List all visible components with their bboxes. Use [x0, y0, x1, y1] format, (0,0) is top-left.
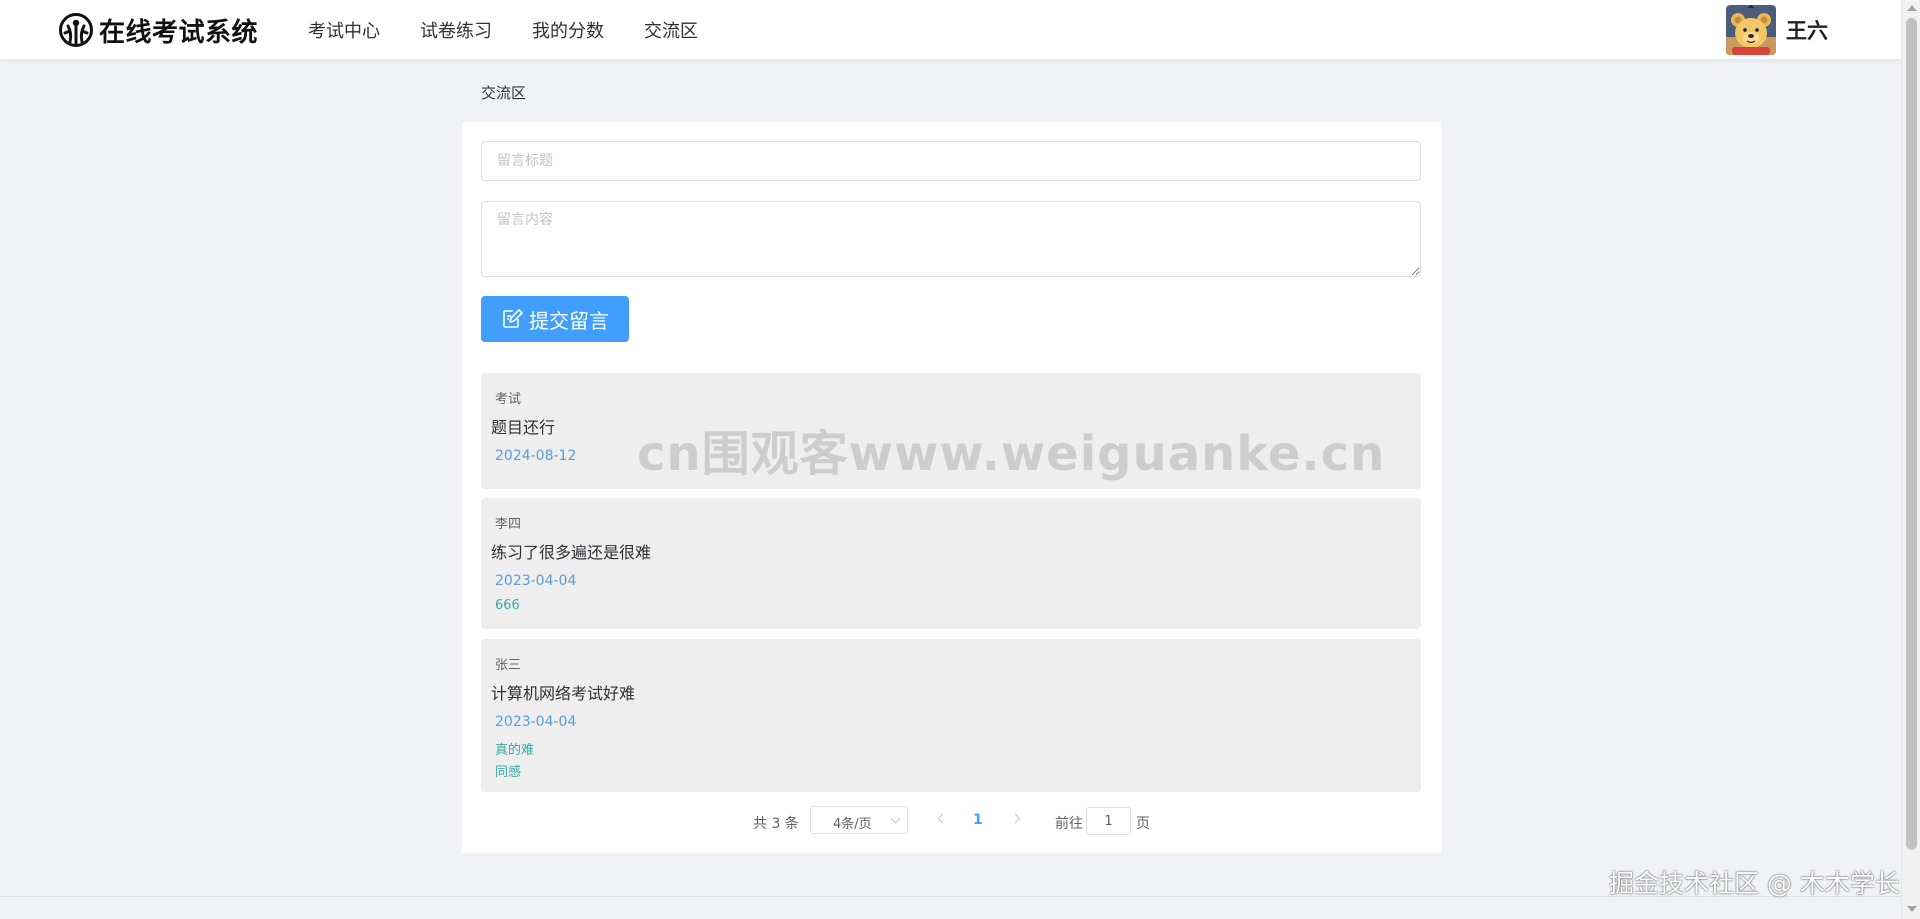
comment-author: 张三 — [495, 658, 522, 673]
nav-my-scores[interactable]: 我的分数 — [532, 17, 604, 43]
bear-avatar-icon — [1726, 5, 1776, 55]
goto-label: 前往 — [1055, 816, 1083, 832]
comment-date: 2024-08-12 — [495, 448, 577, 464]
watermark-corner: 掘金技术社区 @ 木木学长 — [1609, 869, 1900, 898]
submit-message-label: 提交留言 — [529, 308, 609, 333]
comment-item: 李四 练习了很多遍还是很难 2023-04-04 666 — [481, 498, 1421, 629]
scroll-up-arrow-icon[interactable] — [1907, 5, 1917, 11]
goto-page-input[interactable] — [1086, 807, 1131, 835]
message-title-input[interactable] — [481, 141, 1421, 181]
logo[interactable]: 在线考试系统 — [59, 12, 258, 48]
comment-date: 2023-04-04 — [495, 714, 577, 730]
chevron-down-icon — [890, 813, 901, 824]
forum-card: 提交留言 考试 题目还行 2024-08-12 李四 练习了很多遍还是很难 20… — [462, 122, 1441, 853]
message-content-textarea[interactable] — [481, 201, 1421, 277]
page-size-select[interactable]: 4条/页 — [810, 806, 908, 834]
top-navbar: 在线考试系统 考试中心 试卷练习 我的分数 交流区 王六 — [0, 0, 1901, 60]
username[interactable]: 王六 — [1786, 15, 1828, 45]
user-menu[interactable]: 王六 — [1726, 5, 1828, 55]
pagination-total: 共 3 条 — [753, 816, 799, 832]
comment-author: 李四 — [495, 517, 522, 532]
breadcrumb: 交流区 — [481, 84, 527, 102]
comment-date: 2023-04-04 — [495, 573, 577, 589]
submit-message-button[interactable]: 提交留言 — [481, 296, 629, 342]
scrollbar-thumb[interactable] — [1906, 18, 1917, 850]
avatar[interactable] — [1726, 5, 1776, 55]
comment-item: 张三 计算机网络考试好难 2023-04-04 真的难 同感 — [481, 639, 1421, 792]
app-title: 在线考试系统 — [99, 17, 259, 48]
nav-forum[interactable]: 交流区 — [644, 17, 698, 43]
main-nav: 考试中心 试卷练习 我的分数 交流区 — [308, 0, 738, 59]
comment-reply: 真的难 — [495, 743, 535, 758]
page-suffix: 页 — [1136, 816, 1150, 832]
edit-icon — [503, 309, 523, 328]
comment-content: 题目还行 — [491, 418, 556, 437]
pagination: 共 3 条 4条/页 1 前往 页 — [462, 806, 1441, 836]
comment-reply: 同感 — [495, 765, 522, 780]
comment-content: 计算机网络考试好难 — [491, 684, 636, 703]
scroll-down-arrow-icon[interactable] — [1907, 906, 1917, 912]
nav-paper-practice[interactable]: 试卷练习 — [420, 17, 492, 43]
next-page-icon[interactable] — [1010, 813, 1021, 824]
nav-exam-center[interactable]: 考试中心 — [308, 17, 380, 43]
page-number-current[interactable]: 1 — [973, 812, 983, 828]
watermark-center: cn围观客www.weiguanke.cn — [637, 426, 1386, 482]
prev-page-icon[interactable] — [937, 813, 948, 824]
vertical-scrollbar[interactable] — [1901, 0, 1920, 919]
page-size-value: 4条/页 — [833, 817, 872, 832]
comment-reply: 666 — [495, 598, 520, 613]
comment-content: 练习了很多遍还是很难 — [491, 543, 652, 562]
comment-author: 考试 — [495, 392, 522, 407]
logo-icon — [59, 13, 93, 47]
